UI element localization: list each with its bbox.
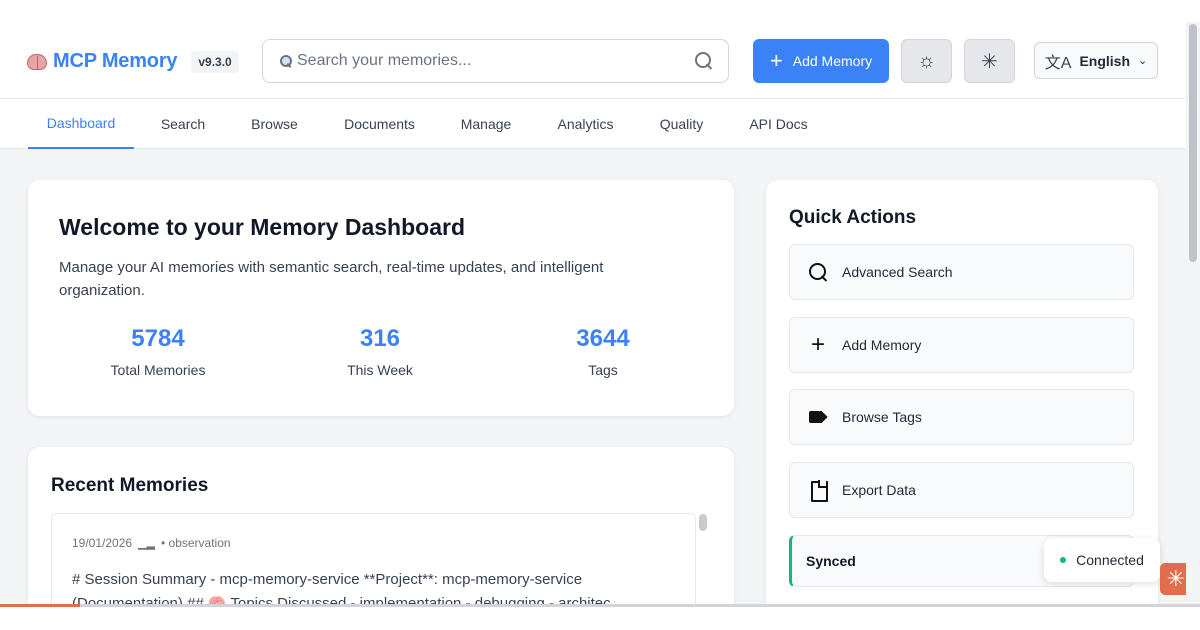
stat-label: This Week — [347, 362, 413, 378]
quick-action-label: Advanced Search — [842, 264, 953, 280]
memory-type: • observation — [160, 536, 231, 550]
recent-memories-title: Recent Memories — [51, 475, 209, 496]
stat-tags: 3644 Tags — [493, 325, 713, 378]
app-header: MCP Memory v9.3.0 + Add Memory ☼ ✳ 文A En… — [0, 22, 1186, 99]
sync-status-label: Synced — [806, 553, 856, 569]
status-dot-icon — [1060, 557, 1067, 563]
tab-search[interactable]: Search — [150, 99, 216, 149]
welcome-title: Welcome to your Memory Dashboard — [59, 214, 465, 240]
browse-tags-button[interactable]: Browse Tags — [789, 389, 1134, 445]
top-strip — [0, 0, 1200, 22]
main-nav: Dashboard Search Browse Documents Manage… — [0, 99, 1186, 149]
plus-icon: + — [769, 48, 783, 73]
tab-analytics[interactable]: Analytics — [547, 99, 624, 149]
search-emoji-icon — [279, 54, 293, 68]
welcome-description: Manage your AI memories with semantic se… — [59, 259, 604, 299]
export-data-button[interactable]: Export Data — [789, 462, 1134, 518]
chevron-down-icon: ⌄ — [1138, 55, 1148, 67]
brand[interactable]: MCP Memory v9.3.0 — [27, 50, 239, 73]
memory-date: 19/01/2026 — [72, 536, 133, 550]
stat-label: Total Memories — [110, 362, 206, 378]
document-icon — [808, 480, 828, 502]
recent-memories-card: Recent Memories 19/01/2026 ▁▂ • observat… — [28, 447, 734, 630]
progress-accent — [0, 604, 80, 607]
quick-action-label: Browse Tags — [842, 409, 922, 425]
quick-action-label: Export Data — [842, 482, 916, 498]
search-bar[interactable] — [262, 39, 729, 83]
stat-value: 3644 — [576, 325, 630, 352]
bottom-progress-bar — [0, 604, 1200, 630]
connection-status-label: Connected — [1076, 552, 1144, 568]
memory-meta: 19/01/2026 ▁▂ • observation — [72, 536, 231, 550]
search-icon — [808, 262, 828, 282]
stat-total-memories: 5784 Total Memories — [48, 325, 268, 378]
recent-list-scrollbar[interactable] — [699, 514, 707, 531]
bed-icon: ▁▂ — [138, 537, 155, 550]
tab-dashboard[interactable]: Dashboard — [28, 99, 134, 149]
quick-action-label: Add Memory — [842, 337, 922, 353]
connection-status-toast: Connected — [1044, 538, 1160, 582]
language-select[interactable]: 文A English ⌄ — [1034, 42, 1158, 79]
page-scrollbar[interactable] — [1186, 22, 1200, 604]
advanced-search-button[interactable]: Advanced Search — [789, 244, 1134, 300]
search-input[interactable] — [293, 52, 694, 70]
app-name: MCP Memory — [53, 50, 178, 72]
tab-documents[interactable]: Documents — [333, 99, 426, 149]
page-scrollbar-thumb[interactable] — [1189, 24, 1197, 262]
search-icon[interactable] — [694, 51, 714, 71]
stat-label: Tags — [588, 362, 618, 378]
tag-icon — [808, 407, 828, 427]
stat-value: 5784 — [131, 325, 185, 352]
progress-track — [80, 604, 1200, 607]
sun-icon: ☼ — [917, 49, 936, 72]
tab-browse[interactable]: Browse — [243, 99, 306, 149]
tab-quality[interactable]: Quality — [650, 99, 713, 149]
quick-actions-title: Quick Actions — [789, 207, 917, 228]
stat-value: 316 — [359, 325, 401, 352]
language-label: English — [1079, 52, 1131, 69]
tab-manage[interactable]: Manage — [452, 99, 520, 149]
translate-icon: 文A — [1044, 54, 1072, 72]
add-memory-button[interactable]: + Add Memory — [753, 39, 889, 83]
tab-api-docs[interactable]: API Docs — [740, 99, 817, 149]
plus-icon: + — [810, 331, 825, 358]
brain-icon — [27, 53, 47, 70]
quick-add-memory-button[interactable]: + Add Memory — [789, 317, 1134, 373]
stat-this-week: 316 This Week — [270, 325, 490, 378]
version-badge: v9.3.0 — [191, 50, 239, 73]
asterisk-icon: ✳ — [981, 50, 998, 73]
add-memory-label: Add Memory — [792, 53, 873, 69]
theme-toggle-button[interactable]: ☼ — [901, 39, 952, 83]
settings-button[interactable]: ✳ — [964, 39, 1015, 83]
welcome-card: Welcome to your Memory Dashboard Manage … — [28, 180, 734, 416]
